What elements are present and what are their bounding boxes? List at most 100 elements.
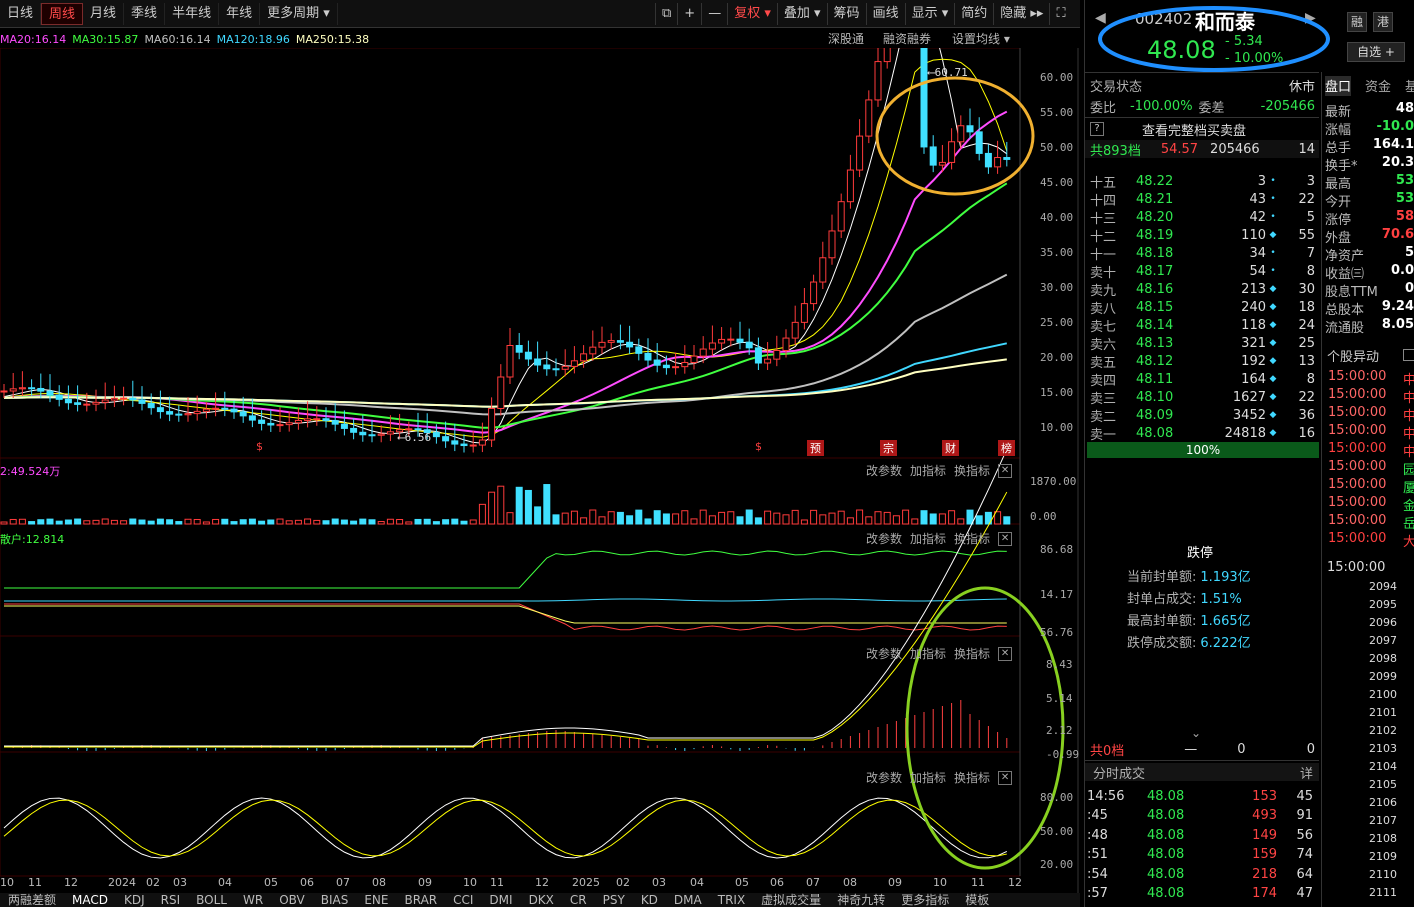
side-tab[interactable]: 盘口 (1325, 76, 1352, 96)
indicator-tab[interactable]: DMI (481, 893, 520, 907)
ask-row[interactable]: 卖九 48.16 213 ◆ 30 (1085, 280, 1319, 299)
link-margin[interactable]: 融资融券 (883, 30, 931, 47)
ask-row[interactable]: 十四 48.21 43 • 22 (1085, 190, 1319, 209)
ask-row[interactable]: 十一 48.18 34 • 7 (1085, 244, 1319, 263)
help-icon[interactable]: ? (1090, 122, 1104, 136)
indicator-control-button[interactable]: 改参数 (866, 530, 902, 547)
link-shenggutong[interactable]: 深股通 (828, 30, 864, 47)
indicator-control-button[interactable]: 加指标 (910, 530, 946, 547)
indicator-tab[interactable]: CCI (445, 893, 481, 907)
limit-down-row: 当前封单额: 1.193亿 (1127, 566, 1251, 585)
close-icon[interactable]: ✕ (998, 463, 1013, 478)
tool-button[interactable]: 复权 ▾ (727, 2, 777, 25)
indicator-tab[interactable]: WR (235, 893, 271, 907)
indicator-control-button[interactable]: 换指标 (954, 645, 990, 662)
event-tag[interactable]: $ (256, 440, 263, 453)
indicator-tab[interactable]: TRIX (710, 893, 753, 907)
ask-level: 卖一 (1090, 427, 1117, 443)
price-axis-label: 50.00 (1040, 141, 1074, 154)
indicator-tab[interactable]: BRAR (396, 893, 445, 907)
indicator-tab[interactable]: 两融差额 (0, 893, 64, 907)
indicator-control-button[interactable]: 加指标 (910, 769, 946, 786)
ask-row[interactable]: 卖六 48.13 321 ◆ 25 (1085, 334, 1319, 353)
tool-button[interactable]: ⛶ (1049, 2, 1071, 25)
indicator-control-button[interactable]: 加指标 (910, 462, 946, 479)
indicator-control-button[interactable]: 加指标 (910, 645, 946, 662)
full-depth-link[interactable]: 查看完整档买卖盘 (1142, 120, 1246, 139)
ask-row[interactable]: 卖二 48.09 3452 ◆ 36 (1085, 406, 1319, 425)
tool-button[interactable]: 叠加 ▾ (776, 2, 827, 25)
period-tab[interactable]: 半年线 (165, 2, 220, 25)
ask-row[interactable]: 卖一 48.08 24818 ◆ 16 (1085, 424, 1319, 443)
ask-row[interactable]: 卖五 48.12 192 ◆ 13 (1085, 352, 1319, 371)
indicator-tab[interactable]: MACD (64, 893, 116, 907)
tool-button[interactable]: 隐藏 ▸▸ (993, 2, 1049, 25)
ask-row[interactable]: 十五 48.22 3 • 3 (1085, 172, 1319, 191)
close-icon[interactable]: ✕ (998, 531, 1013, 546)
indicator-tab[interactable]: 模板 (957, 893, 997, 907)
ask-row[interactable]: 卖三 48.10 1627 ◆ 22 (1085, 388, 1319, 407)
indicator-tab[interactable]: KDJ (116, 893, 153, 907)
ask-row[interactable]: 十三 48.20 42 • 5 (1085, 208, 1319, 227)
event-tag[interactable]: 宗 (880, 440, 897, 456)
period-tab[interactable]: 周线 (41, 2, 84, 25)
indicator-tab[interactable]: OBV (271, 893, 313, 907)
close-icon[interactable]: ✕ (998, 646, 1013, 661)
indicator-tab[interactable]: 更多指标 (893, 893, 957, 907)
tool-button[interactable]: ⧉ (655, 2, 677, 25)
indicator-control-button[interactable]: 改参数 (866, 645, 902, 662)
event-tag[interactable]: 预 (807, 440, 824, 456)
event-tag[interactable]: $ (755, 440, 762, 453)
expand-icon[interactable]: ⌄ (1191, 726, 1201, 740)
indicator-control-button[interactable]: 换指标 (954, 769, 990, 786)
candle-body (994, 157, 1002, 168)
period-tab[interactable]: 更多周期 ▾ (260, 2, 338, 25)
indicator-tab[interactable]: BOLL (188, 893, 235, 907)
set-ma-button[interactable]: 设置均线 ▾ (952, 30, 1010, 47)
indicator-tab[interactable]: RSI (153, 893, 189, 907)
indicator-tab[interactable]: PSY (595, 893, 633, 907)
ask-row[interactable]: 卖四 48.11 164 ◆ 8 (1085, 370, 1319, 389)
indicator-tab[interactable]: DKX (521, 893, 562, 907)
indicator-tab[interactable]: CR (562, 893, 595, 907)
ask-row[interactable]: 十二 48.19 110 ◆ 55 (1085, 226, 1319, 245)
ask-row[interactable]: 卖八 48.15 240 ◆ 18 (1085, 298, 1319, 317)
period-tab[interactable]: 日线 (0, 2, 42, 25)
ask-price: 48.18 (1136, 245, 1174, 261)
tool-button[interactable]: — (701, 2, 727, 25)
close-icon[interactable]: ✕ (998, 770, 1013, 785)
period-tab[interactable]: 月线 (83, 2, 125, 25)
side-tab[interactable]: 资金 (1365, 76, 1391, 96)
tool-button[interactable]: 显示 ▾ (904, 2, 955, 25)
indicator-tab[interactable]: 虚拟成交量 (753, 893, 829, 907)
tool-button[interactable]: 筹码 (826, 2, 866, 25)
indicator-tab[interactable]: ENE (356, 893, 396, 907)
anomaly-checkbox[interactable] (1403, 349, 1414, 361)
indicator-tab[interactable]: BIAS (313, 893, 357, 907)
candle-body (883, 48, 891, 63)
indicator-control-button[interactable]: 换指标 (954, 530, 990, 547)
event-tag[interactable]: 财 (942, 440, 959, 456)
ask-row[interactable]: 卖十 48.17 54 • 8 (1085, 262, 1319, 281)
tool-button[interactable]: 简约 (954, 2, 993, 25)
ticks-detail-button[interactable]: 详 (1300, 763, 1313, 782)
indicator-tab[interactable]: KD (633, 893, 666, 907)
tool-button[interactable]: + (677, 2, 701, 25)
indicator-control-button[interactable]: 改参数 (866, 769, 902, 786)
ask-row[interactable]: 卖七 48.14 118 ◆ 24 (1085, 316, 1319, 335)
add-watchlist-button[interactable]: 自选 + (1347, 42, 1405, 62)
event-tag[interactable]: 榜 (998, 440, 1015, 456)
period-tab[interactable]: 年线 (219, 2, 261, 25)
candle-body (1003, 157, 1011, 160)
indicator-tab[interactable]: DMA (666, 893, 710, 907)
indicator-tab[interactable]: 神奇九转 (829, 893, 893, 907)
indicator-control-button[interactable]: 换指标 (954, 462, 990, 479)
time-axis-label: 08 (372, 876, 386, 889)
indicator-control-button[interactable]: 改参数 (866, 462, 902, 479)
volume-bar (598, 516, 606, 525)
tool-button[interactable]: 画线 (865, 2, 905, 25)
side-tab[interactable]: 基 (1405, 76, 1414, 96)
hk-button[interactable]: 港 (1373, 12, 1393, 32)
period-tab[interactable]: 季线 (124, 2, 166, 25)
margin-button[interactable]: 融 (1347, 12, 1367, 32)
